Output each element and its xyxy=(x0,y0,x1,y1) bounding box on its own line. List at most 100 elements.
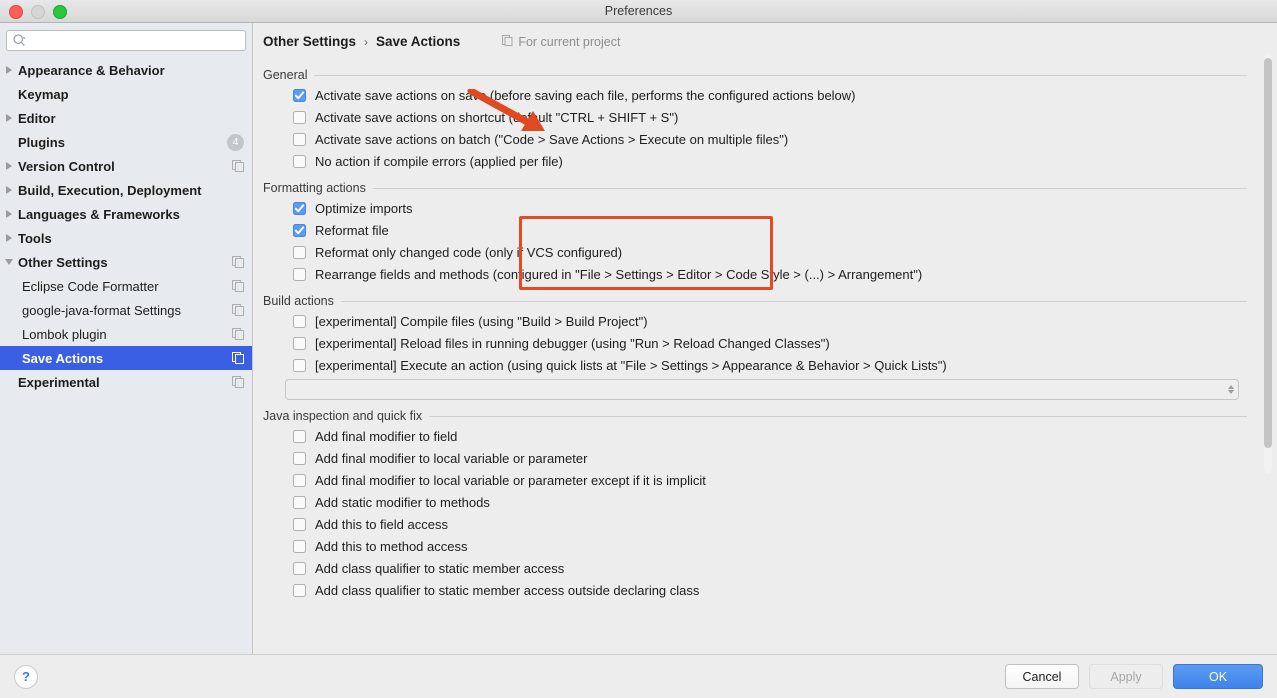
sidebar-item-label: Other Settings xyxy=(18,254,108,270)
close-button[interactable] xyxy=(9,5,23,19)
sidebar-item-appearance-behavior[interactable]: Appearance & Behavior xyxy=(0,58,252,82)
copy-settings-icon[interactable] xyxy=(232,352,244,364)
title-bar: Preferences xyxy=(0,0,1277,23)
checkbox-row[interactable]: Add final modifier to local variable or … xyxy=(263,447,1247,469)
copy-icon xyxy=(502,35,513,49)
minimize-button[interactable] xyxy=(31,5,45,19)
checkbox-unchecked-icon[interactable] xyxy=(293,495,306,509)
checkbox-row[interactable]: Add class qualifier to static member acc… xyxy=(263,557,1247,579)
copy-settings-icon[interactable] xyxy=(232,160,244,172)
checkbox-row[interactable]: [experimental] Reload files in running d… xyxy=(263,332,1247,354)
checkbox-row[interactable]: Activate save actions on shortcut (defau… xyxy=(263,106,1247,128)
sidebar-item-keymap[interactable]: Keymap xyxy=(0,82,252,106)
chevron-right-icon[interactable] xyxy=(0,186,18,194)
help-button[interactable]: ? xyxy=(14,664,38,689)
checkbox-unchecked-icon[interactable] xyxy=(293,451,306,465)
checkbox-row[interactable]: [experimental] Execute an action (using … xyxy=(263,354,1247,376)
sidebar-item-label: Eclipse Code Formatter xyxy=(22,278,159,294)
section-title: Java inspection and quick fix xyxy=(263,409,423,423)
checkbox-label: Add this to method access xyxy=(315,538,468,554)
checkbox-unchecked-icon[interactable] xyxy=(293,132,306,146)
checkbox-row[interactable]: Reformat only changed code (only if VCS … xyxy=(263,241,1247,263)
quick-list-spinner[interactable] xyxy=(285,379,1239,400)
checkbox-unchecked-icon[interactable] xyxy=(293,110,306,124)
copy-settings-icon[interactable] xyxy=(232,256,244,268)
window-controls xyxy=(9,5,67,19)
ok-button[interactable]: OK xyxy=(1173,664,1263,689)
zoom-button[interactable] xyxy=(53,5,67,19)
checkbox-row[interactable]: [experimental] Compile files (using "Bui… xyxy=(263,310,1247,332)
checkbox-checked-icon[interactable] xyxy=(293,88,306,102)
sidebar-item-build-execution-deployment[interactable]: Build, Execution, Deployment xyxy=(0,178,252,202)
checkbox-row[interactable]: Reformat file xyxy=(263,219,1247,241)
main-scrollbar-track[interactable] xyxy=(1264,53,1272,473)
sidebar-item-other-settings[interactable]: Other Settings xyxy=(0,250,252,274)
main-scrollbar-thumb[interactable] xyxy=(1264,58,1272,448)
sidebar-item-editor[interactable]: Editor xyxy=(0,106,252,130)
search-icon xyxy=(13,34,26,47)
chevron-right-icon[interactable] xyxy=(0,234,18,242)
chevron-down-icon[interactable] xyxy=(0,259,18,265)
checkbox-unchecked-icon[interactable] xyxy=(293,583,306,597)
sidebar-item-google-java-format-settings[interactable]: google-java-format Settings xyxy=(0,298,252,322)
checkbox-row[interactable]: Activate save actions on save (before sa… xyxy=(263,84,1247,106)
checkbox-unchecked-icon[interactable] xyxy=(293,314,306,328)
chevron-right-icon[interactable] xyxy=(0,114,18,122)
for-current-project-label: For current project xyxy=(518,35,621,49)
checkbox-label: [experimental] Execute an action (using … xyxy=(315,357,947,373)
search-box[interactable] xyxy=(6,30,246,51)
checkbox-unchecked-icon[interactable] xyxy=(293,539,306,553)
checkbox-row[interactable]: Optimize imports xyxy=(263,197,1247,219)
search-input[interactable] xyxy=(30,33,239,48)
checkbox-row[interactable]: Activate save actions on batch ("Code > … xyxy=(263,128,1247,150)
checkbox-unchecked-icon[interactable] xyxy=(293,267,306,281)
copy-settings-icon[interactable] xyxy=(232,328,244,340)
copy-settings-icon[interactable] xyxy=(232,280,244,292)
checkbox-row[interactable]: Add static modifier to methods xyxy=(263,491,1247,513)
breadcrumb-root[interactable]: Other Settings xyxy=(263,34,356,49)
checkbox-label: Add class qualifier to static member acc… xyxy=(315,582,700,598)
sidebar-item-plugins[interactable]: Plugins 4 xyxy=(0,130,252,154)
sidebar-item-badge: 4 xyxy=(227,133,244,151)
chevron-right-icon[interactable] xyxy=(0,162,18,170)
checkbox-row[interactable]: Add final modifier to field xyxy=(263,425,1247,447)
sidebar-item-label: Editor xyxy=(18,110,56,126)
checkbox-unchecked-icon[interactable] xyxy=(293,358,306,372)
checkbox-unchecked-icon[interactable] xyxy=(293,154,306,168)
sidebar-item-languages-frameworks[interactable]: Languages & Frameworks xyxy=(0,202,252,226)
checkbox-unchecked-icon[interactable] xyxy=(293,473,306,487)
checkbox-checked-icon[interactable] xyxy=(293,223,306,237)
checkbox-row[interactable]: Add final modifier to local variable or … xyxy=(263,469,1247,491)
checkbox-unchecked-icon[interactable] xyxy=(293,336,306,350)
checkbox-row[interactable]: Add this to field access xyxy=(263,513,1247,535)
checkbox-unchecked-icon[interactable] xyxy=(293,429,306,443)
chevron-right-icon[interactable] xyxy=(0,66,18,74)
checkbox-checked-icon[interactable] xyxy=(293,201,306,215)
section-divider xyxy=(429,415,1247,417)
copy-settings-icon[interactable] xyxy=(232,304,244,316)
sidebar-item-tools[interactable]: Tools xyxy=(0,226,252,250)
checkbox-label: Add this to field access xyxy=(315,516,448,532)
sidebar-item-version-control[interactable]: Version Control xyxy=(0,154,252,178)
checkbox-unchecked-icon[interactable] xyxy=(293,517,306,531)
section-divider xyxy=(314,74,1247,76)
checkbox-row[interactable]: Add class qualifier to static member acc… xyxy=(263,579,1247,601)
section-divider xyxy=(340,300,1247,302)
copy-settings-icon[interactable] xyxy=(232,376,244,388)
checkbox-label: Add class qualifier to static member acc… xyxy=(315,560,565,576)
sidebar-item-save-actions[interactable]: Save Actions xyxy=(0,346,252,370)
checkbox-unchecked-icon[interactable] xyxy=(293,561,306,575)
chevron-right-icon[interactable] xyxy=(0,210,18,218)
dialog-footer: ? Cancel Apply OK xyxy=(0,654,1277,698)
sidebar-item-experimental[interactable]: Experimental xyxy=(0,370,252,394)
cancel-button[interactable]: Cancel xyxy=(1005,664,1079,689)
checkbox-row[interactable]: Rearrange fields and methods (configured… xyxy=(263,263,1247,285)
checkbox-unchecked-icon[interactable] xyxy=(293,245,306,259)
checkbox-row[interactable]: No action if compile errors (applied per… xyxy=(263,150,1247,172)
sidebar-item-eclipse-code-formatter[interactable]: Eclipse Code Formatter xyxy=(0,274,252,298)
section-header-formatting-actions: Formatting actions xyxy=(263,181,1247,195)
apply-button[interactable]: Apply xyxy=(1089,664,1163,689)
spinner-arrows-icon[interactable] xyxy=(1228,385,1234,394)
checkbox-row[interactable]: Add this to method access xyxy=(263,535,1247,557)
sidebar-item-lombok-plugin[interactable]: Lombok plugin xyxy=(0,322,252,346)
